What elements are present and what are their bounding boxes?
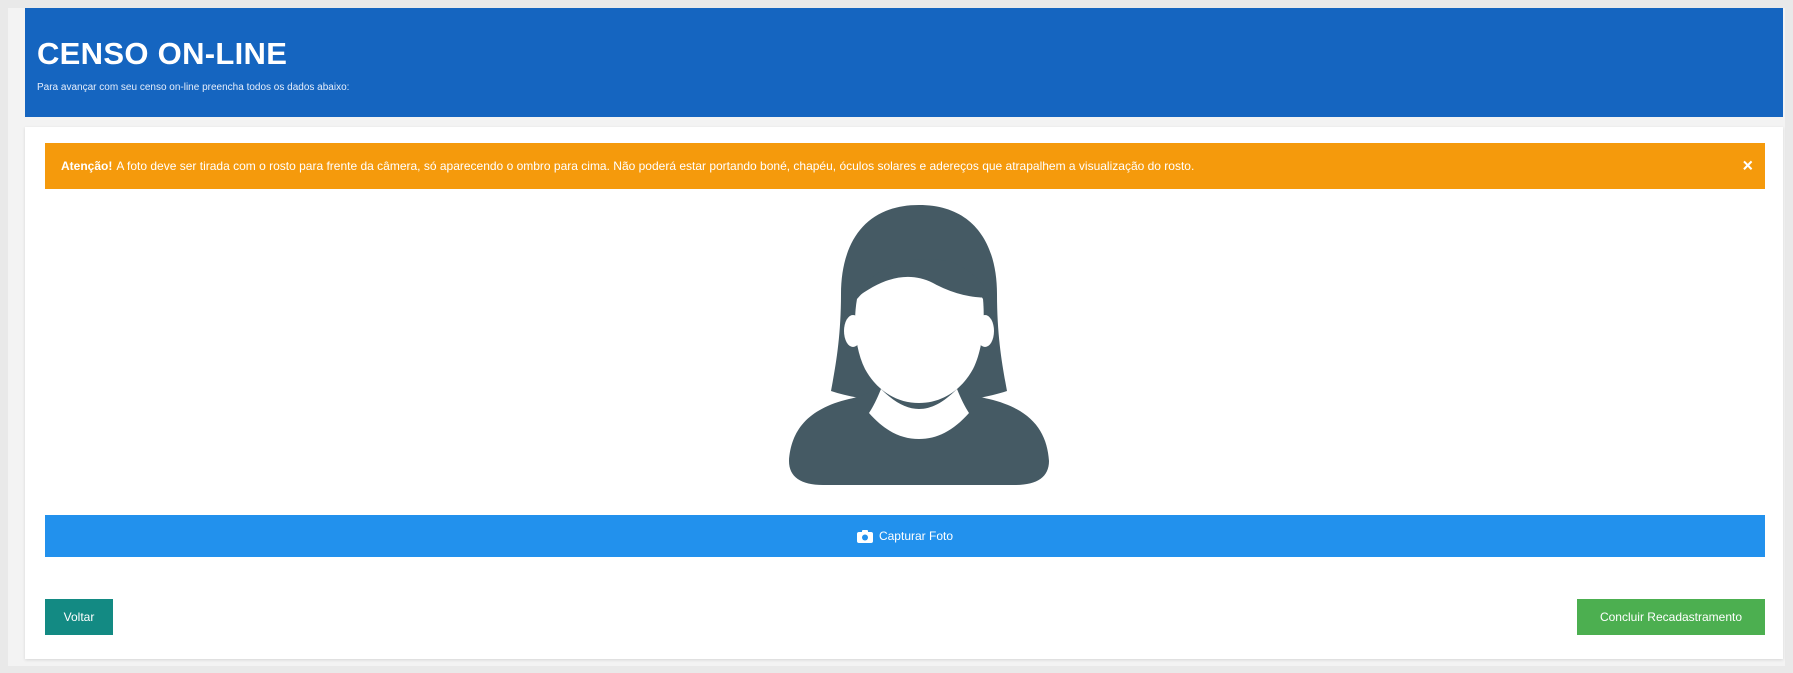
close-icon[interactable]: × [1742,156,1753,177]
page-header: CENSO ON-LINE Para avançar com seu censo… [25,8,1783,117]
warning-alert: Atenção! A foto deve ser tirada com o ros… [45,143,1765,189]
page-subtitle: Para avançar com seu censo on-line preen… [37,82,350,93]
finish-registration-button[interactable]: Concluir Recadastramento [1577,599,1765,635]
camera-icon [856,529,873,543]
alert-strong-label: Atenção! [61,159,113,173]
alert-message: A foto deve ser tirada com o rosto para … [116,159,1195,173]
female-user-placeholder-icon [769,199,1069,489]
capture-photo-label: Capturar Foto [878,529,954,543]
back-button[interactable]: Voltar [45,599,113,635]
photo-card: Atenção! A foto deve ser tirada com o ros… [25,127,1783,659]
page-title: CENSO ON-LINE [37,36,288,71]
page-frame: CENSO ON-LINE Para avançar com seu censo… [8,8,1785,666]
alert-text: Atenção! A foto deve ser tirada com o ros… [61,159,1194,173]
avatar-svg [789,205,1049,485]
capture-photo-button[interactable]: Capturar Foto [45,515,1765,557]
